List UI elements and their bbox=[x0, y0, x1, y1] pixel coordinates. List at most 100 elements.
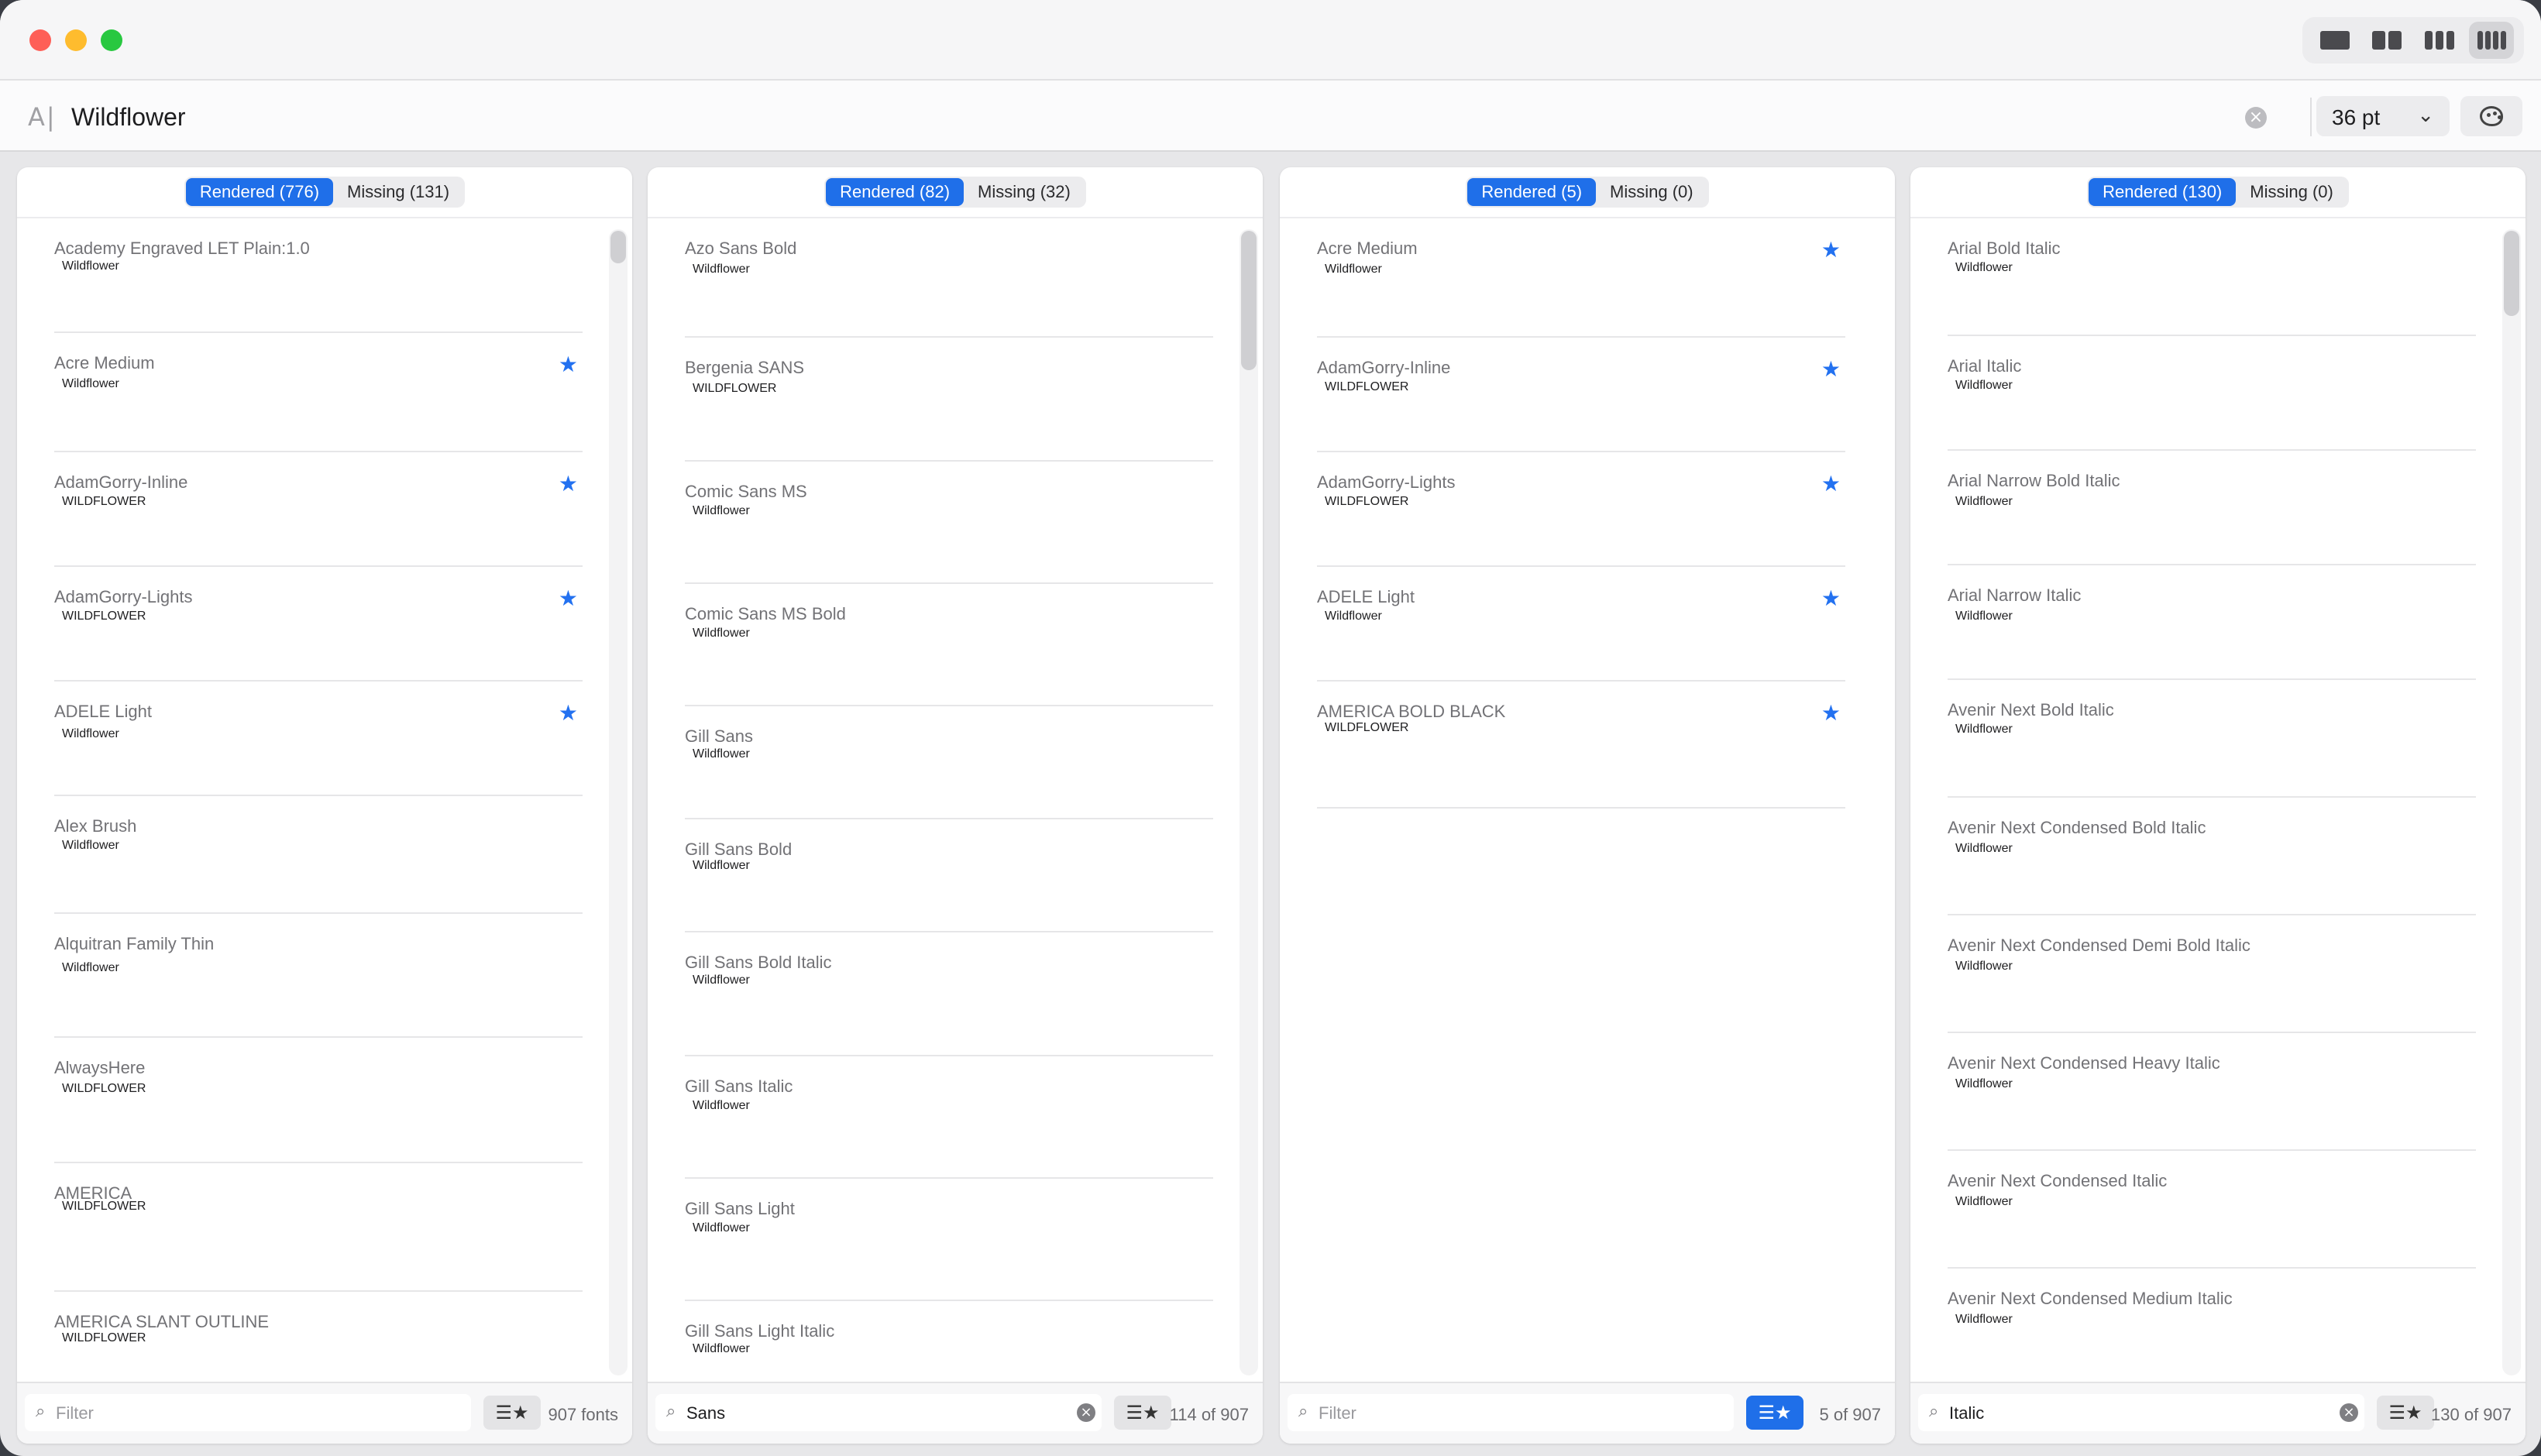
font-list-item[interactable]: Gill Sans Light Wildflower bbox=[685, 1179, 1213, 1301]
missing-tab[interactable]: Missing (0) bbox=[2236, 178, 2347, 206]
favorite-star-icon[interactable]: ★ bbox=[1821, 585, 1841, 611]
font-list-item[interactable]: Avenir Next Bold Italic Wildflower bbox=[1948, 680, 2476, 798]
font-list-item[interactable]: Gill Sans Italic Wildflower bbox=[685, 1056, 1213, 1179]
font-list-item[interactable]: Arial Italic Wildflower bbox=[1948, 336, 2476, 451]
font-list-item[interactable]: AdamGorry-Inline WILDFLOWER ★ bbox=[54, 452, 583, 567]
font-list-item[interactable]: Avenir Next Condensed Demi Bold Italic W… bbox=[1948, 915, 2476, 1033]
favorites-filter-button[interactable]: ☰★ bbox=[1746, 1396, 1803, 1430]
font-sample: WILDFLOWER bbox=[62, 1082, 146, 1095]
font-list[interactable]: Arial Bold Italic Wildflower Arial Itali… bbox=[1910, 218, 2526, 1380]
font-list[interactable]: Academy Engraved LET Plain:1.0 Wildflowe… bbox=[17, 218, 632, 1380]
font-list-item[interactable]: Alquitran Family Thin Wildflower bbox=[54, 914, 583, 1038]
font-sample: Wildflower bbox=[1955, 379, 2013, 392]
favorite-star-icon[interactable]: ★ bbox=[1821, 700, 1841, 726]
font-list-item[interactable]: AdamGorry-Inline WILDFLOWER ★ bbox=[1317, 338, 1845, 452]
rendered-tab[interactable]: Rendered (776) bbox=[185, 178, 334, 206]
font-list-item[interactable]: AdamGorry-Lights WILDFLOWER ★ bbox=[54, 567, 583, 682]
four-column-layout-button[interactable] bbox=[2469, 22, 2515, 59]
divider bbox=[2310, 98, 2312, 136]
font-name: ADELE Light bbox=[54, 702, 152, 721]
font-list-item[interactable]: AMERICA WILDFLOWER bbox=[54, 1163, 583, 1292]
single-column-layout-button[interactable] bbox=[2312, 22, 2357, 59]
font-count: 114 of 907 bbox=[1169, 1405, 1249, 1424]
scroll-thumb[interactable] bbox=[2504, 231, 2519, 316]
font-list-item[interactable]: AlwaysHere WILDFLOWER bbox=[54, 1038, 583, 1163]
favorite-star-icon[interactable]: ★ bbox=[559, 585, 578, 611]
font-list-item[interactable]: Gill Sans Bold Wildflower bbox=[685, 819, 1213, 932]
font-list-item[interactable]: Acre Medium Wildflower ★ bbox=[54, 333, 583, 452]
favorite-star-icon[interactable]: ★ bbox=[559, 700, 578, 726]
two-column-layout-button[interactable] bbox=[2364, 22, 2409, 59]
font-list-item[interactable]: Gill Sans Light Italic Wildflower bbox=[685, 1301, 1213, 1380]
font-list-item[interactable]: Avenir Next Condensed Bold Italic Wildfl… bbox=[1948, 798, 2476, 915]
clear-filter-icon[interactable]: × bbox=[1077, 1403, 1095, 1422]
scroll-track[interactable] bbox=[609, 229, 628, 1375]
font-list-item[interactable]: Avenir Next Condensed Italic Wildflower bbox=[1948, 1151, 2476, 1269]
font-name: AMERICA BOLD BLACK bbox=[1317, 702, 1506, 721]
font-list-item[interactable]: ADELE Light Wildflower ★ bbox=[1317, 567, 1845, 682]
font-list[interactable]: Acre Medium Wildflower ★ AdamGorry-Inline… bbox=[1280, 218, 1895, 1380]
font-list-item[interactable]: ADELE Light Wildflower ★ bbox=[54, 682, 583, 796]
clear-filter-icon[interactable]: × bbox=[2340, 1403, 2358, 1422]
font-sample: WILDFLOWER bbox=[62, 495, 146, 508]
font-list-item[interactable]: Gill Sans Bold Italic Wildflower bbox=[685, 932, 1213, 1056]
missing-tab[interactable]: Missing (0) bbox=[1596, 178, 1707, 206]
font-list-item[interactable]: Academy Engraved LET Plain:1.0 Wildflowe… bbox=[54, 218, 583, 333]
missing-tab[interactable]: Missing (131) bbox=[333, 178, 463, 206]
font-list-item[interactable]: Avenir Next Condensed Heavy Italic Wildf… bbox=[1948, 1033, 2476, 1151]
font-sample: Wildflower bbox=[1325, 610, 1382, 623]
rendered-tab[interactable]: Rendered (82) bbox=[826, 178, 964, 206]
scroll-thumb[interactable] bbox=[1241, 231, 1257, 370]
font-name: Arial Narrow Bold Italic bbox=[1948, 471, 2120, 490]
font-list-item[interactable]: Bergenia SANS WILDFLOWER bbox=[685, 338, 1213, 462]
filter-field[interactable]: ⌕ Sans × bbox=[655, 1394, 1102, 1431]
sample-text-input[interactable] bbox=[71, 98, 2225, 136]
color-palette-button[interactable] bbox=[2460, 96, 2522, 136]
favorite-star-icon[interactable]: ★ bbox=[1821, 356, 1841, 382]
minimize-window-button[interactable] bbox=[65, 29, 87, 51]
favorites-filter-button[interactable]: ☰★ bbox=[483, 1396, 541, 1430]
font-sample: Wildflower bbox=[62, 377, 119, 390]
rendered-tab[interactable]: Rendered (130) bbox=[2089, 178, 2237, 206]
favorites-filter-button[interactable]: ☰★ bbox=[1114, 1396, 1171, 1430]
favorite-star-icon[interactable]: ★ bbox=[1821, 471, 1841, 496]
font-list-item[interactable]: Arial Narrow Italic Wildflower bbox=[1948, 565, 2476, 680]
font-list-item[interactable]: AdamGorry-Lights WILDFLOWER ★ bbox=[1317, 452, 1845, 567]
favorites-filter-button[interactable]: ☰★ bbox=[2377, 1396, 2434, 1430]
scroll-track[interactable] bbox=[1240, 229, 1258, 1375]
font-list-item[interactable]: Comic Sans MS Wildflower bbox=[685, 462, 1213, 584]
favorite-star-icon[interactable]: ★ bbox=[559, 471, 578, 496]
font-list-item[interactable]: Arial Narrow Bold Italic Wildflower bbox=[1948, 451, 2476, 565]
font-list-item[interactable]: Azo Sans Bold Wildflower bbox=[685, 218, 1213, 338]
font-sample: Wildflower bbox=[1955, 1313, 2013, 1326]
favorite-star-icon[interactable]: ★ bbox=[559, 352, 578, 377]
filter-field[interactable]: ⌕ Filter bbox=[25, 1394, 471, 1431]
scroll-track[interactable] bbox=[2502, 229, 2521, 1375]
zoom-window-button[interactable] bbox=[101, 29, 122, 51]
font-list-item[interactable]: AMERICA BOLD BLACK WILDFLOWER ★ bbox=[1317, 682, 1845, 809]
filter-field[interactable]: ⌕ Filter bbox=[1288, 1394, 1734, 1431]
missing-tab[interactable]: Missing (32) bbox=[964, 178, 1085, 206]
favorite-star-icon[interactable]: ★ bbox=[1821, 237, 1841, 263]
font-list-item[interactable]: Arial Bold Italic Wildflower bbox=[1948, 218, 2476, 336]
font-list-item[interactable]: Alex Brush Wildflower bbox=[54, 796, 583, 914]
scroll-thumb[interactable] bbox=[610, 231, 626, 263]
column-footer: ⌕ Sans × ☰★ 114 of 907 bbox=[648, 1382, 1263, 1444]
font-sample: Wildflower bbox=[62, 839, 119, 852]
font-list-item[interactable]: Acre Medium Wildflower ★ bbox=[1317, 218, 1845, 338]
font-list[interactable]: Azo Sans Bold Wildflower Bergenia SANS W… bbox=[648, 218, 1263, 1380]
font-size-select[interactable]: 36 pt ⌄ bbox=[2316, 96, 2450, 136]
font-list-item[interactable]: Avenir Next Condensed Medium Italic Wild… bbox=[1948, 1269, 2476, 1380]
filter-text: Filter bbox=[56, 1403, 94, 1423]
font-list-item[interactable]: Gill Sans Wildflower bbox=[685, 706, 1213, 819]
clear-sample-text-icon[interactable]: × bbox=[2245, 107, 2267, 129]
font-count: 5 of 907 bbox=[1819, 1405, 1881, 1424]
font-list-item[interactable]: Comic Sans MS Bold Wildflower bbox=[685, 584, 1213, 706]
close-window-button[interactable] bbox=[29, 29, 51, 51]
font-sample: WILDFLOWER bbox=[62, 1200, 146, 1213]
rendered-tab[interactable]: Rendered (5) bbox=[1467, 178, 1597, 206]
three-column-layout-button[interactable] bbox=[2417, 22, 2462, 59]
palette-icon bbox=[2480, 106, 2503, 126]
font-list-item[interactable]: AMERICA SLANT OUTLINE WILDFLOWER bbox=[54, 1292, 583, 1380]
filter-field[interactable]: ⌕ Italic × bbox=[1918, 1394, 2364, 1431]
